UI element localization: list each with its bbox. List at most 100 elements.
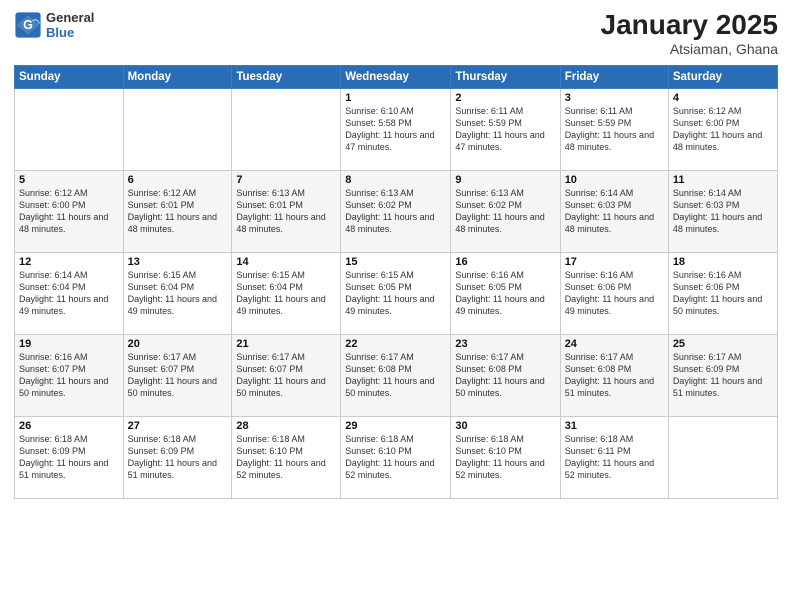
col-thursday: Thursday bbox=[451, 65, 560, 88]
col-wednesday: Wednesday bbox=[341, 65, 451, 88]
calendar-cell: 4Sunrise: 6:12 AMSunset: 6:00 PMDaylight… bbox=[668, 88, 777, 170]
day-number: 25 bbox=[673, 338, 773, 350]
day-info: Sunrise: 6:16 AMSunset: 6:06 PMDaylight:… bbox=[673, 269, 773, 318]
col-sunday: Sunday bbox=[15, 65, 124, 88]
calendar-week-2: 5Sunrise: 6:12 AMSunset: 6:00 PMDaylight… bbox=[15, 170, 778, 252]
calendar-cell: 17Sunrise: 6:16 AMSunset: 6:06 PMDayligh… bbox=[560, 252, 668, 334]
day-number: 12 bbox=[19, 256, 119, 268]
day-number: 16 bbox=[455, 256, 555, 268]
calendar-cell: 7Sunrise: 6:13 AMSunset: 6:01 PMDaylight… bbox=[232, 170, 341, 252]
calendar-cell: 5Sunrise: 6:12 AMSunset: 6:00 PMDaylight… bbox=[15, 170, 124, 252]
day-number: 3 bbox=[565, 92, 664, 104]
day-number: 10 bbox=[565, 174, 664, 186]
day-info: Sunrise: 6:18 AMSunset: 6:11 PMDaylight:… bbox=[565, 433, 664, 482]
day-number: 29 bbox=[345, 420, 446, 432]
day-number: 20 bbox=[128, 338, 228, 350]
day-info: Sunrise: 6:17 AMSunset: 6:08 PMDaylight:… bbox=[565, 351, 664, 400]
day-info: Sunrise: 6:15 AMSunset: 6:05 PMDaylight:… bbox=[345, 269, 446, 318]
day-info: Sunrise: 6:11 AMSunset: 5:59 PMDaylight:… bbox=[565, 105, 664, 154]
day-number: 22 bbox=[345, 338, 446, 350]
calendar-cell: 8Sunrise: 6:13 AMSunset: 6:02 PMDaylight… bbox=[341, 170, 451, 252]
calendar-cell: 9Sunrise: 6:13 AMSunset: 6:02 PMDaylight… bbox=[451, 170, 560, 252]
calendar-cell: 16Sunrise: 6:16 AMSunset: 6:05 PMDayligh… bbox=[451, 252, 560, 334]
day-number: 24 bbox=[565, 338, 664, 350]
calendar-cell: 25Sunrise: 6:17 AMSunset: 6:09 PMDayligh… bbox=[668, 334, 777, 416]
day-info: Sunrise: 6:11 AMSunset: 5:59 PMDaylight:… bbox=[455, 105, 555, 154]
calendar-cell bbox=[232, 88, 341, 170]
day-number: 28 bbox=[236, 420, 336, 432]
calendar-body: 1Sunrise: 6:10 AMSunset: 5:58 PMDaylight… bbox=[15, 88, 778, 498]
calendar-cell: 24Sunrise: 6:17 AMSunset: 6:08 PMDayligh… bbox=[560, 334, 668, 416]
calendar-cell: 15Sunrise: 6:15 AMSunset: 6:05 PMDayligh… bbox=[341, 252, 451, 334]
day-info: Sunrise: 6:12 AMSunset: 6:01 PMDaylight:… bbox=[128, 187, 228, 236]
day-info: Sunrise: 6:10 AMSunset: 5:58 PMDaylight:… bbox=[345, 105, 446, 154]
calendar-cell bbox=[668, 416, 777, 498]
day-info: Sunrise: 6:18 AMSunset: 6:10 PMDaylight:… bbox=[455, 433, 555, 482]
day-number: 1 bbox=[345, 92, 446, 104]
day-number: 6 bbox=[128, 174, 228, 186]
day-number: 21 bbox=[236, 338, 336, 350]
day-number: 23 bbox=[455, 338, 555, 350]
calendar-cell: 22Sunrise: 6:17 AMSunset: 6:08 PMDayligh… bbox=[341, 334, 451, 416]
calendar-cell: 3Sunrise: 6:11 AMSunset: 5:59 PMDaylight… bbox=[560, 88, 668, 170]
day-info: Sunrise: 6:14 AMSunset: 6:03 PMDaylight:… bbox=[565, 187, 664, 236]
day-info: Sunrise: 6:16 AMSunset: 6:07 PMDaylight:… bbox=[19, 351, 119, 400]
day-info: Sunrise: 6:17 AMSunset: 6:07 PMDaylight:… bbox=[128, 351, 228, 400]
svg-text:G: G bbox=[23, 18, 33, 32]
calendar-week-1: 1Sunrise: 6:10 AMSunset: 5:58 PMDaylight… bbox=[15, 88, 778, 170]
day-number: 30 bbox=[455, 420, 555, 432]
day-info: Sunrise: 6:16 AMSunset: 6:06 PMDaylight:… bbox=[565, 269, 664, 318]
month-title: January 2025 bbox=[601, 10, 778, 41]
day-info: Sunrise: 6:12 AMSunset: 6:00 PMDaylight:… bbox=[673, 105, 773, 154]
col-monday: Monday bbox=[123, 65, 232, 88]
day-number: 5 bbox=[19, 174, 119, 186]
day-number: 18 bbox=[673, 256, 773, 268]
day-number: 2 bbox=[455, 92, 555, 104]
day-number: 7 bbox=[236, 174, 336, 186]
day-number: 8 bbox=[345, 174, 446, 186]
day-info: Sunrise: 6:15 AMSunset: 6:04 PMDaylight:… bbox=[236, 269, 336, 318]
calendar-cell: 18Sunrise: 6:16 AMSunset: 6:06 PMDayligh… bbox=[668, 252, 777, 334]
calendar-cell: 13Sunrise: 6:15 AMSunset: 6:04 PMDayligh… bbox=[123, 252, 232, 334]
calendar-cell: 2Sunrise: 6:11 AMSunset: 5:59 PMDaylight… bbox=[451, 88, 560, 170]
logo-text: General Blue bbox=[46, 10, 94, 40]
day-number: 9 bbox=[455, 174, 555, 186]
day-info: Sunrise: 6:18 AMSunset: 6:10 PMDaylight:… bbox=[236, 433, 336, 482]
calendar-cell: 14Sunrise: 6:15 AMSunset: 6:04 PMDayligh… bbox=[232, 252, 341, 334]
day-info: Sunrise: 6:12 AMSunset: 6:00 PMDaylight:… bbox=[19, 187, 119, 236]
day-number: 13 bbox=[128, 256, 228, 268]
day-number: 14 bbox=[236, 256, 336, 268]
calendar-cell: 31Sunrise: 6:18 AMSunset: 6:11 PMDayligh… bbox=[560, 416, 668, 498]
day-info: Sunrise: 6:17 AMSunset: 6:09 PMDaylight:… bbox=[673, 351, 773, 400]
day-info: Sunrise: 6:16 AMSunset: 6:05 PMDaylight:… bbox=[455, 269, 555, 318]
calendar-cell: 29Sunrise: 6:18 AMSunset: 6:10 PMDayligh… bbox=[341, 416, 451, 498]
calendar-cell bbox=[123, 88, 232, 170]
location: Atsiaman, Ghana bbox=[601, 41, 778, 57]
calendar-cell: 20Sunrise: 6:17 AMSunset: 6:07 PMDayligh… bbox=[123, 334, 232, 416]
logo-general: General bbox=[46, 10, 94, 25]
calendar-cell: 28Sunrise: 6:18 AMSunset: 6:10 PMDayligh… bbox=[232, 416, 341, 498]
col-friday: Friday bbox=[560, 65, 668, 88]
col-tuesday: Tuesday bbox=[232, 65, 341, 88]
calendar-header-row: Sunday Monday Tuesday Wednesday Thursday… bbox=[15, 65, 778, 88]
day-info: Sunrise: 6:17 AMSunset: 6:08 PMDaylight:… bbox=[345, 351, 446, 400]
day-number: 31 bbox=[565, 420, 664, 432]
col-saturday: Saturday bbox=[668, 65, 777, 88]
day-info: Sunrise: 6:14 AMSunset: 6:03 PMDaylight:… bbox=[673, 187, 773, 236]
header: G General Blue January 2025 Atsiaman, Gh… bbox=[14, 10, 778, 57]
calendar-cell: 23Sunrise: 6:17 AMSunset: 6:08 PMDayligh… bbox=[451, 334, 560, 416]
calendar-cell: 12Sunrise: 6:14 AMSunset: 6:04 PMDayligh… bbox=[15, 252, 124, 334]
calendar-week-3: 12Sunrise: 6:14 AMSunset: 6:04 PMDayligh… bbox=[15, 252, 778, 334]
day-info: Sunrise: 6:13 AMSunset: 6:02 PMDaylight:… bbox=[455, 187, 555, 236]
calendar-cell: 10Sunrise: 6:14 AMSunset: 6:03 PMDayligh… bbox=[560, 170, 668, 252]
day-info: Sunrise: 6:18 AMSunset: 6:09 PMDaylight:… bbox=[128, 433, 228, 482]
day-number: 15 bbox=[345, 256, 446, 268]
calendar-cell bbox=[15, 88, 124, 170]
title-block: January 2025 Atsiaman, Ghana bbox=[601, 10, 778, 57]
calendar-cell: 21Sunrise: 6:17 AMSunset: 6:07 PMDayligh… bbox=[232, 334, 341, 416]
day-info: Sunrise: 6:17 AMSunset: 6:08 PMDaylight:… bbox=[455, 351, 555, 400]
day-info: Sunrise: 6:17 AMSunset: 6:07 PMDaylight:… bbox=[236, 351, 336, 400]
day-info: Sunrise: 6:18 AMSunset: 6:10 PMDaylight:… bbox=[345, 433, 446, 482]
calendar-cell: 27Sunrise: 6:18 AMSunset: 6:09 PMDayligh… bbox=[123, 416, 232, 498]
calendar-cell: 30Sunrise: 6:18 AMSunset: 6:10 PMDayligh… bbox=[451, 416, 560, 498]
